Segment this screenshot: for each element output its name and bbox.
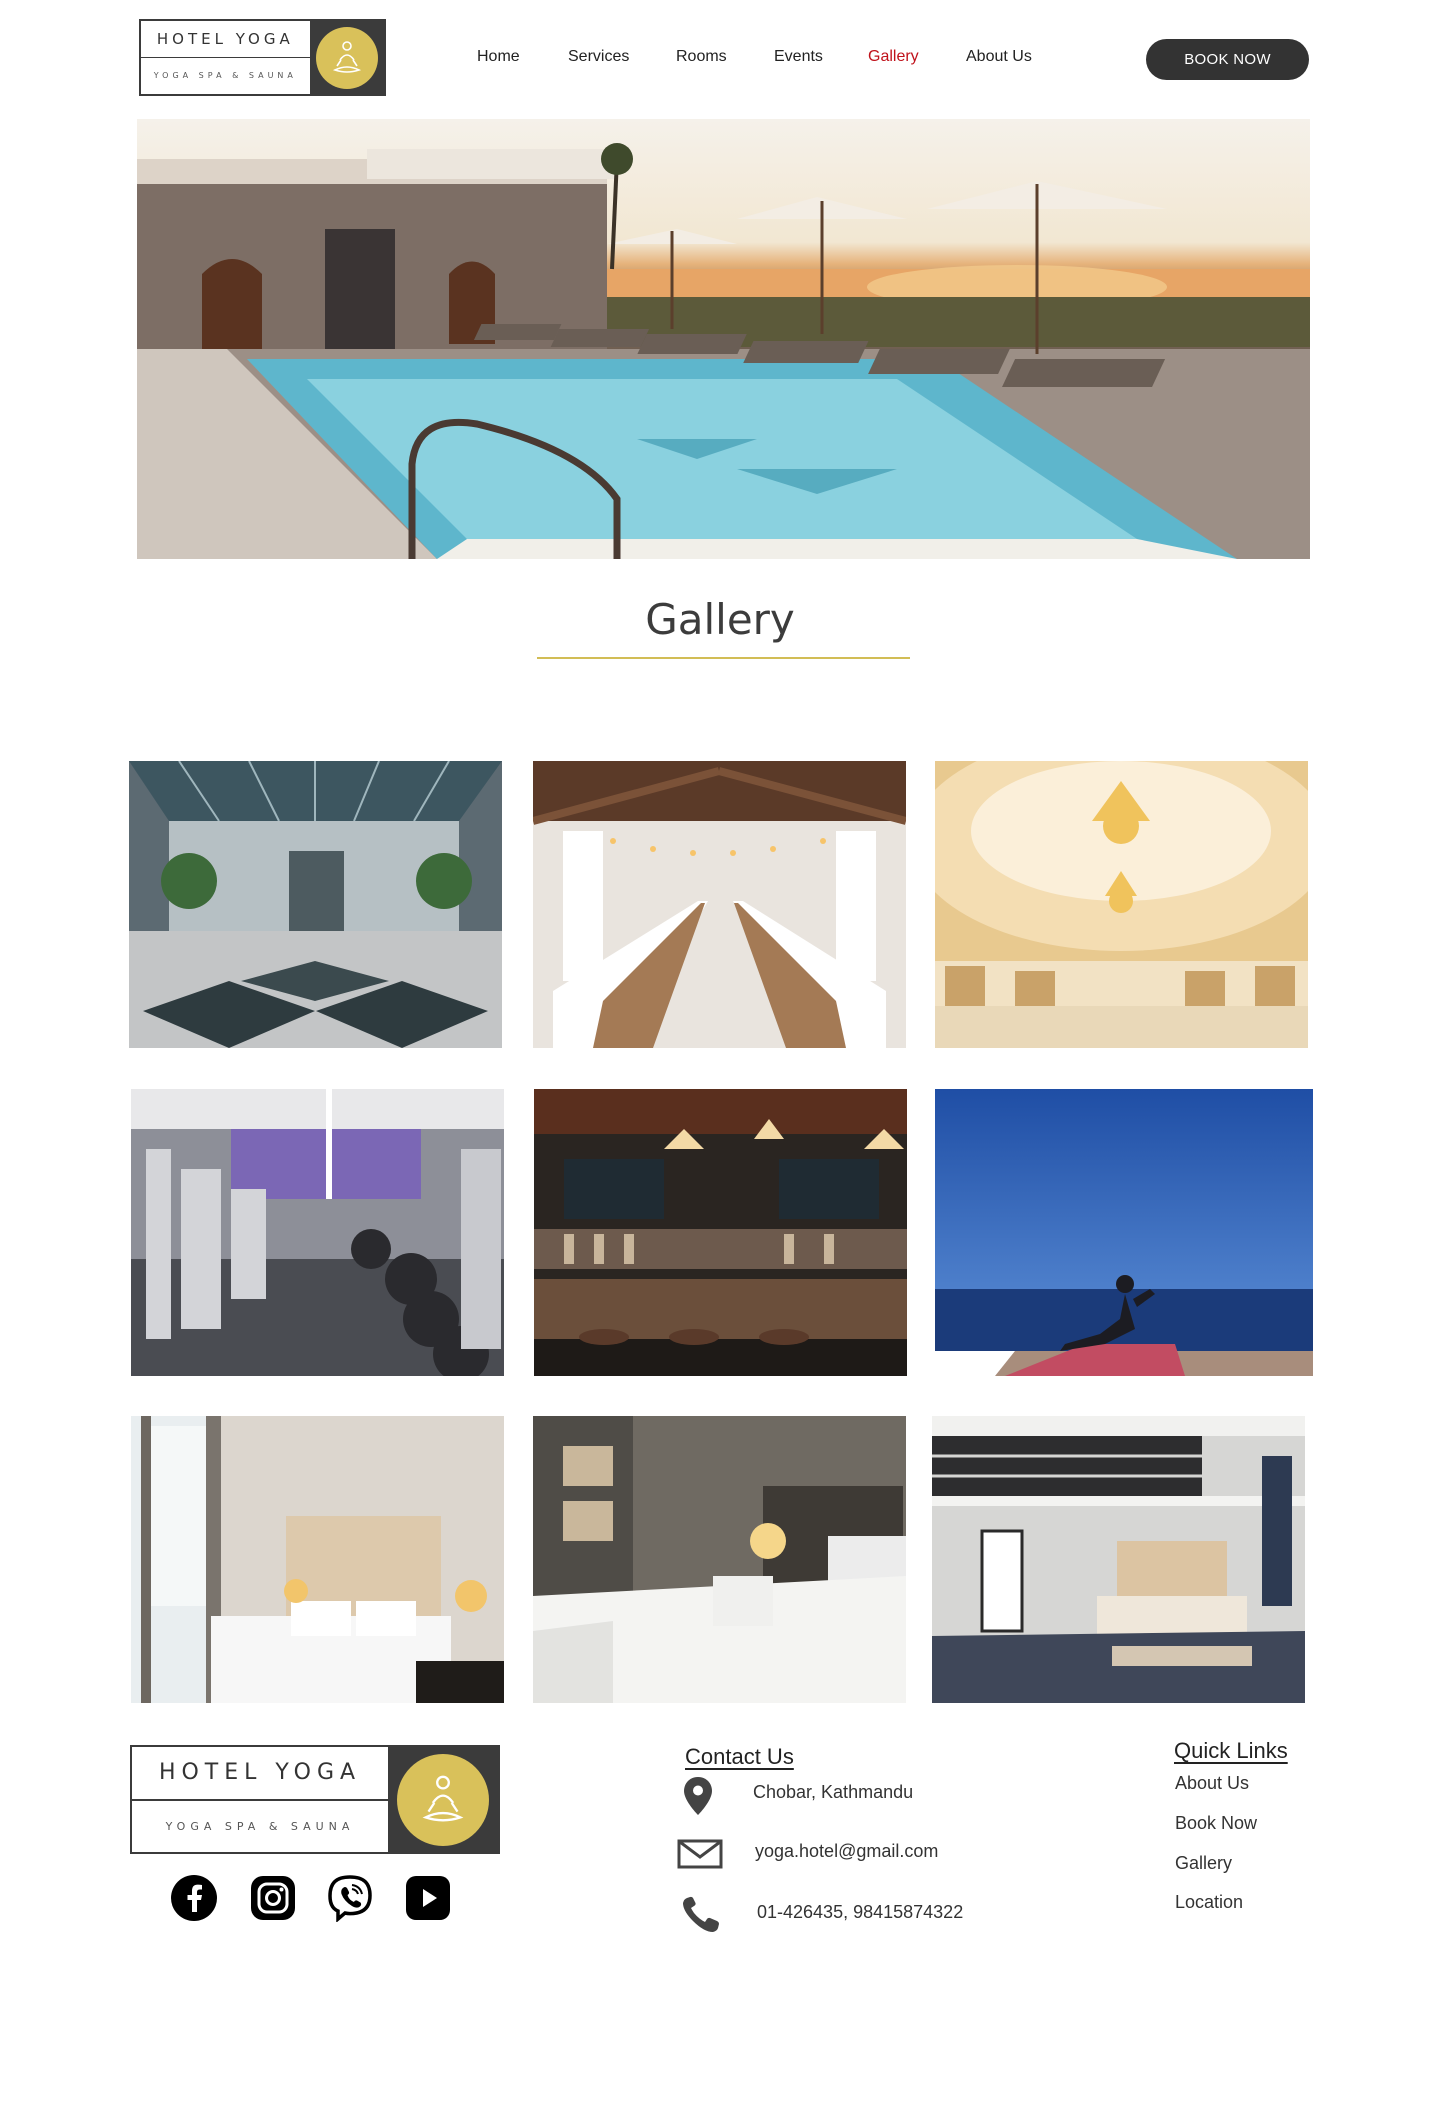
viber-icon[interactable] — [326, 1874, 374, 1923]
header-logo[interactable]: HOTEL YOGA YOGA SPA & SAUNA — [139, 19, 386, 96]
gallery-image-loft-bedroom[interactable] — [932, 1416, 1305, 1703]
quick-link-about-us[interactable]: About Us — [1175, 1773, 1249, 1794]
nav-home[interactable]: Home — [477, 48, 520, 66]
gallery-image-ballroom[interactable] — [935, 761, 1308, 1048]
quick-link-location[interactable]: Location — [1175, 1892, 1243, 1913]
logo-badge — [309, 21, 384, 94]
gallery-image-gym[interactable] — [131, 1089, 504, 1376]
book-now-button[interactable]: BOOK NOW — [1146, 39, 1309, 80]
location-pin-icon — [682, 1776, 714, 1821]
gallery-image-bedroom-1[interactable] — [131, 1416, 504, 1703]
hero-image — [137, 119, 1310, 559]
quick-link-gallery[interactable]: Gallery — [1175, 1853, 1232, 1874]
quick-links-heading: Quick Links — [1174, 1738, 1288, 1763]
nav-rooms[interactable]: Rooms — [676, 48, 727, 66]
hero-pool-illustration — [137, 143, 1310, 559]
quick-link-book-now[interactable]: Book Now — [1175, 1813, 1257, 1834]
nav-services[interactable]: Services — [568, 48, 629, 66]
facebook-icon[interactable] — [170, 1874, 218, 1922]
contact-heading: Contact Us — [685, 1744, 794, 1769]
footer-logo-badge — [388, 1747, 498, 1852]
logo-tagline: YOGA SPA & SAUNA — [153, 71, 297, 80]
gallery-image-banquet[interactable] — [533, 761, 906, 1048]
gallery-image-lobby[interactable] — [129, 761, 502, 1048]
gallery-image-bedroom-2[interactable] — [533, 1416, 906, 1703]
title-underline — [537, 657, 910, 659]
logo-wordmark: HOTEL YOGA YOGA SPA & SAUNA — [141, 21, 310, 94]
footer-logo-name: HOTEL YOGA — [158, 1760, 362, 1785]
footer-logo-tagline: YOGA SPA & SAUNA — [165, 1820, 355, 1833]
logo-name: HOTEL YOGA — [156, 30, 294, 48]
contact-phone[interactable]: 01-426435, 98415874322 — [757, 1902, 963, 1923]
nav-about-us[interactable]: About Us — [966, 48, 1032, 66]
yoga-meditation-icon — [397, 1753, 489, 1846]
nav-events[interactable]: Events — [774, 48, 823, 66]
page-title: Gallery — [645, 595, 795, 644]
gallery-image-bar[interactable] — [534, 1089, 907, 1376]
email-envelope-icon — [677, 1839, 723, 1874]
gallery-image-yoga[interactable] — [935, 1089, 1313, 1376]
yoga-meditation-icon — [315, 26, 378, 89]
contact-email[interactable]: yoga.hotel@gmail.com — [755, 1841, 938, 1862]
footer-logo-wordmark: HOTEL YOGA YOGA SPA & SAUNA — [132, 1747, 388, 1852]
contact-address: Chobar, Kathmandu — [753, 1782, 914, 1802]
nav-gallery[interactable]: Gallery — [868, 48, 919, 66]
footer-logo[interactable]: HOTEL YOGA YOGA SPA & SAUNA — [130, 1745, 500, 1854]
instagram-icon[interactable] — [249, 1874, 297, 1922]
phone-icon — [681, 1896, 721, 1939]
youtube-icon[interactable] — [404, 1874, 452, 1922]
